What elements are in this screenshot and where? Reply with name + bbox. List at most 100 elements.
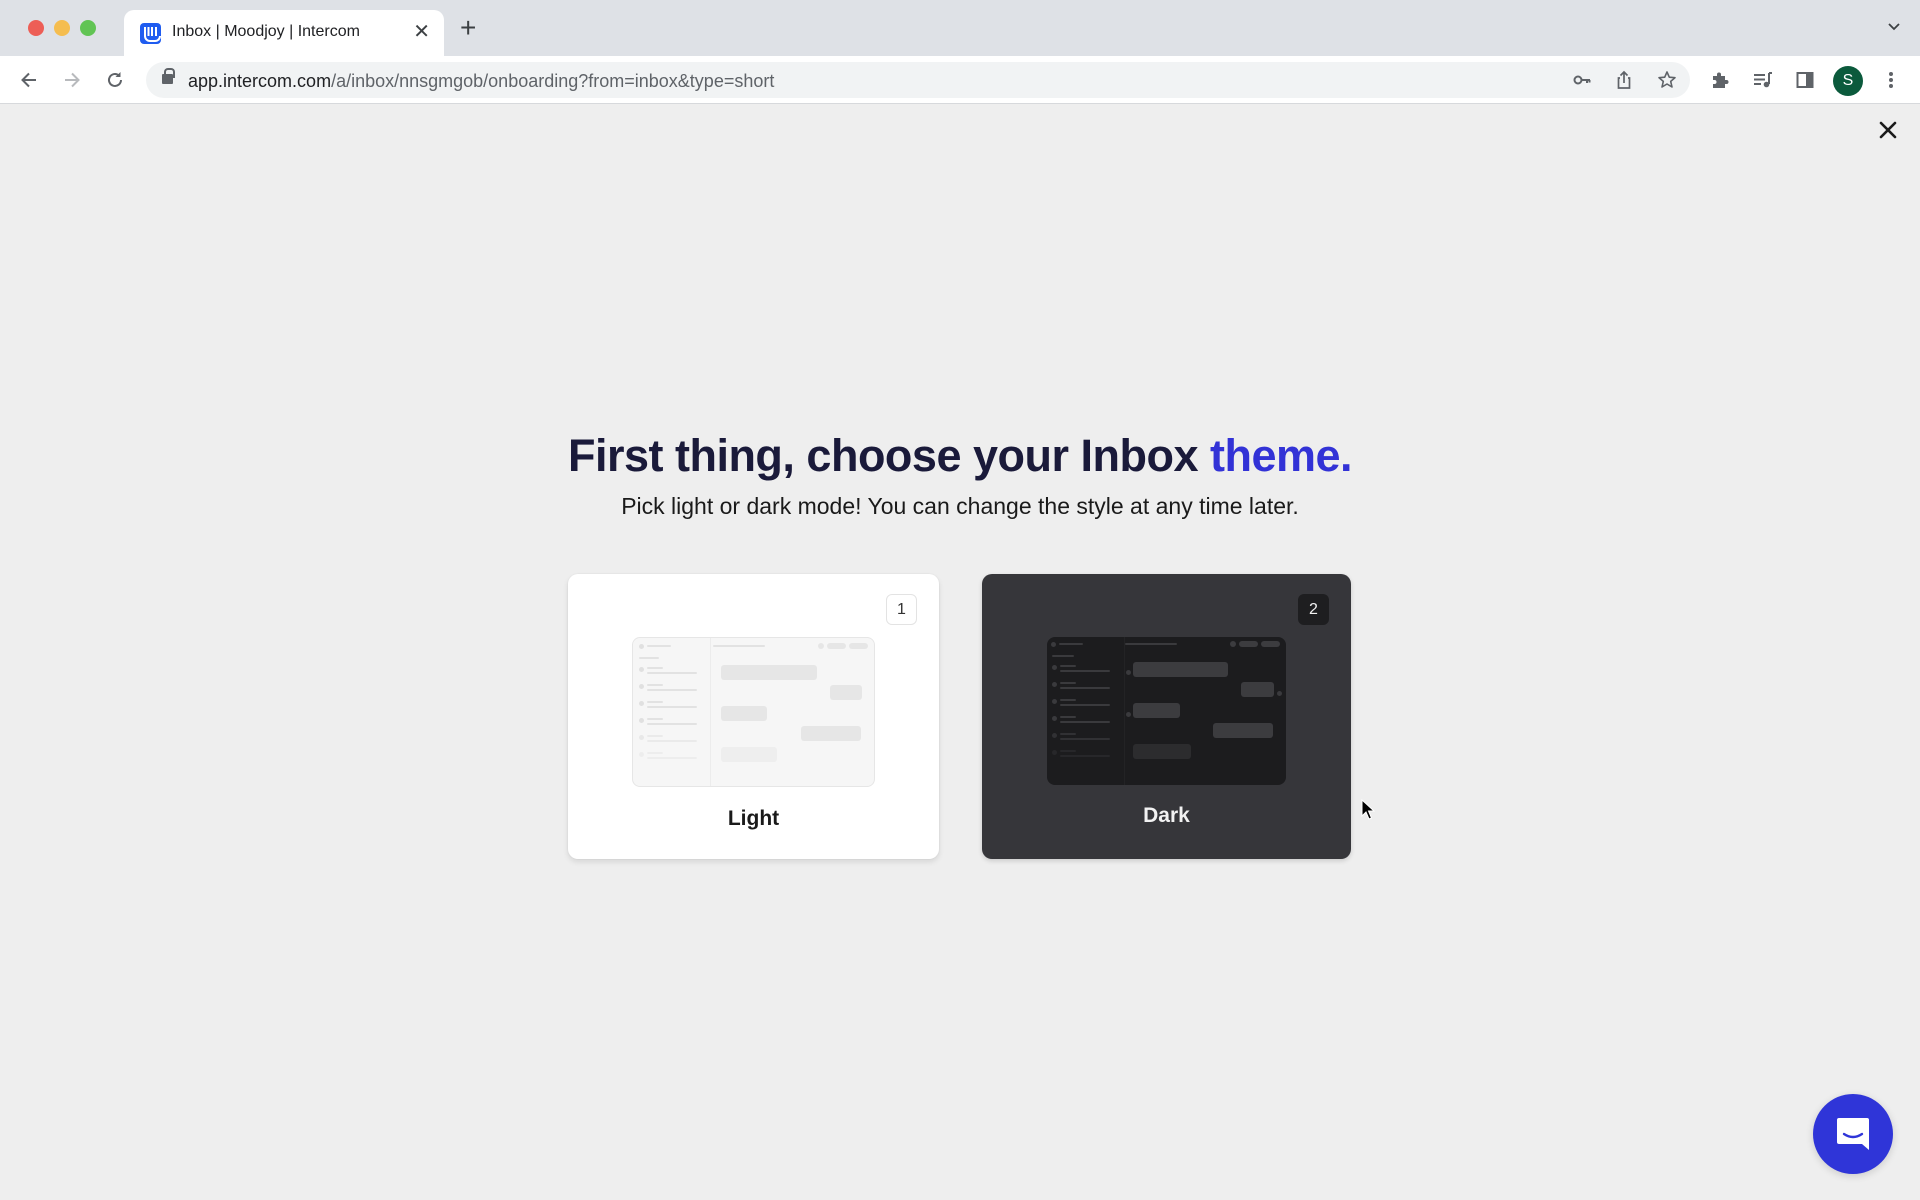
preview-button — [827, 643, 846, 649]
profile-avatar[interactable]: S — [1833, 66, 1863, 96]
tab-search-chevron-icon[interactable] — [1888, 20, 1900, 32]
preview-line — [1060, 750, 1076, 752]
preview-line — [647, 718, 663, 720]
preview-line — [647, 684, 663, 686]
preview-line — [647, 701, 663, 703]
preview-button — [849, 643, 868, 649]
preview-button — [1239, 641, 1258, 647]
preview-message — [801, 726, 861, 741]
preview-line — [647, 689, 697, 691]
preview-dot — [1052, 665, 1057, 670]
preview-line — [1059, 643, 1083, 645]
browser-menu-button[interactable] — [1879, 68, 1903, 92]
preview-message — [1241, 682, 1274, 697]
window-minimize-button[interactable] — [54, 20, 70, 36]
forward-button[interactable] — [56, 64, 88, 96]
preview-line — [1125, 643, 1177, 645]
preview-message — [721, 747, 777, 762]
back-button[interactable] — [13, 64, 45, 96]
password-key-button[interactable] — [1570, 68, 1594, 92]
browser-tab-active[interactable]: Inbox | Moodjoy | Intercom ✕ — [124, 10, 444, 56]
page-title: First thing, choose your Inbox theme. — [0, 430, 1920, 482]
extensions-button[interactable] — [1708, 68, 1732, 92]
preview-dot — [1277, 691, 1282, 696]
playlist-music-icon — [1754, 72, 1772, 88]
light-theme-preview — [632, 637, 875, 787]
intercom-logo-icon — [140, 23, 161, 44]
window-close-button[interactable] — [28, 20, 44, 36]
side-panel-button[interactable] — [1793, 68, 1817, 92]
preview-dot — [639, 735, 644, 740]
page-title-accent: theme. — [1210, 430, 1353, 481]
preview-dot — [1052, 682, 1057, 687]
theme-label: Light — [727, 807, 780, 830]
mouse-cursor-icon — [1361, 799, 1375, 820]
preview-line — [1060, 704, 1110, 706]
arrow-right-icon — [65, 72, 80, 88]
new-tab-button[interactable]: + — [460, 14, 476, 42]
url-path: /a/inbox/nnsgmgob/onboarding?from=inbox&… — [331, 71, 775, 91]
puzzle-icon — [1713, 72, 1729, 88]
preview-dot — [639, 667, 644, 672]
preview-dot — [1126, 670, 1131, 675]
theme-option-light[interactable]: 1 Light — [568, 574, 939, 859]
preview-dot — [639, 752, 644, 757]
preview-line — [647, 735, 663, 737]
address-bar[interactable]: app.intercom.com/a/inbox/nnsgmgob/onboar… — [146, 62, 1690, 98]
preview-line — [647, 672, 697, 674]
preview-line — [1060, 665, 1076, 667]
shortcut-badge: 2 — [1298, 594, 1329, 625]
preview-message — [1133, 744, 1191, 759]
lock-icon — [162, 68, 175, 84]
url-text[interactable]: app.intercom.com/a/inbox/nnsgmgob/onboar… — [188, 71, 774, 92]
preview-line — [647, 645, 671, 647]
preview-line — [1060, 755, 1110, 757]
preview-message — [830, 685, 862, 700]
preview-message — [1133, 662, 1228, 677]
preview-button — [1230, 641, 1236, 647]
preview-dot — [1126, 712, 1131, 717]
tab-title: Inbox | Moodjoy | Intercom — [172, 23, 360, 40]
bookmark-button[interactable] — [1655, 68, 1679, 92]
preview-line — [1060, 721, 1110, 723]
preview-line — [1052, 655, 1074, 657]
preview-message — [721, 665, 817, 680]
close-onboarding-icon[interactable] — [1874, 116, 1902, 144]
preview-dot — [639, 701, 644, 706]
browser-tab-strip: Inbox | Moodjoy | Intercom ✕ + — [0, 0, 1920, 56]
preview-dot — [1052, 716, 1057, 721]
preview-message — [1133, 703, 1180, 718]
chat-bubble-smile-icon — [1837, 1118, 1869, 1150]
browser-toolbar: app.intercom.com/a/inbox/nnsgmgob/onboar… — [0, 56, 1920, 104]
preview-button — [818, 643, 824, 649]
preview-line — [1060, 699, 1076, 701]
preview-dot — [1051, 642, 1056, 647]
preview-line — [1060, 682, 1076, 684]
preview-line — [647, 723, 697, 725]
preview-line — [639, 657, 659, 659]
preview-line — [1060, 670, 1110, 672]
theme-label: Dark — [1143, 804, 1190, 827]
preview-message — [721, 706, 767, 721]
preview-dot — [639, 684, 644, 689]
media-control-button[interactable] — [1751, 68, 1775, 92]
share-button[interactable] — [1612, 68, 1636, 92]
side-panel-icon — [1796, 72, 1814, 88]
messenger-launcher-button[interactable] — [1813, 1094, 1893, 1174]
profile-initial: S — [1842, 72, 1854, 89]
preview-line — [713, 645, 765, 647]
preview-sidebar — [633, 638, 711, 786]
preview-line — [647, 752, 663, 754]
page-title-main: First thing, choose your Inbox — [567, 430, 1210, 481]
tab-close-icon[interactable]: ✕ — [413, 20, 430, 44]
shortcut-badge: 1 — [886, 594, 917, 625]
preview-dot — [1052, 699, 1057, 704]
window-maximize-button[interactable] — [80, 20, 96, 36]
arrow-left-icon — [21, 72, 36, 88]
reload-button[interactable] — [99, 64, 131, 96]
theme-option-dark[interactable]: 2 Dark — [982, 574, 1351, 859]
preview-sidebar — [1047, 637, 1125, 785]
more-vertical-icon — [1889, 72, 1893, 88]
preview-line — [647, 706, 697, 708]
preview-dot — [1052, 750, 1057, 755]
